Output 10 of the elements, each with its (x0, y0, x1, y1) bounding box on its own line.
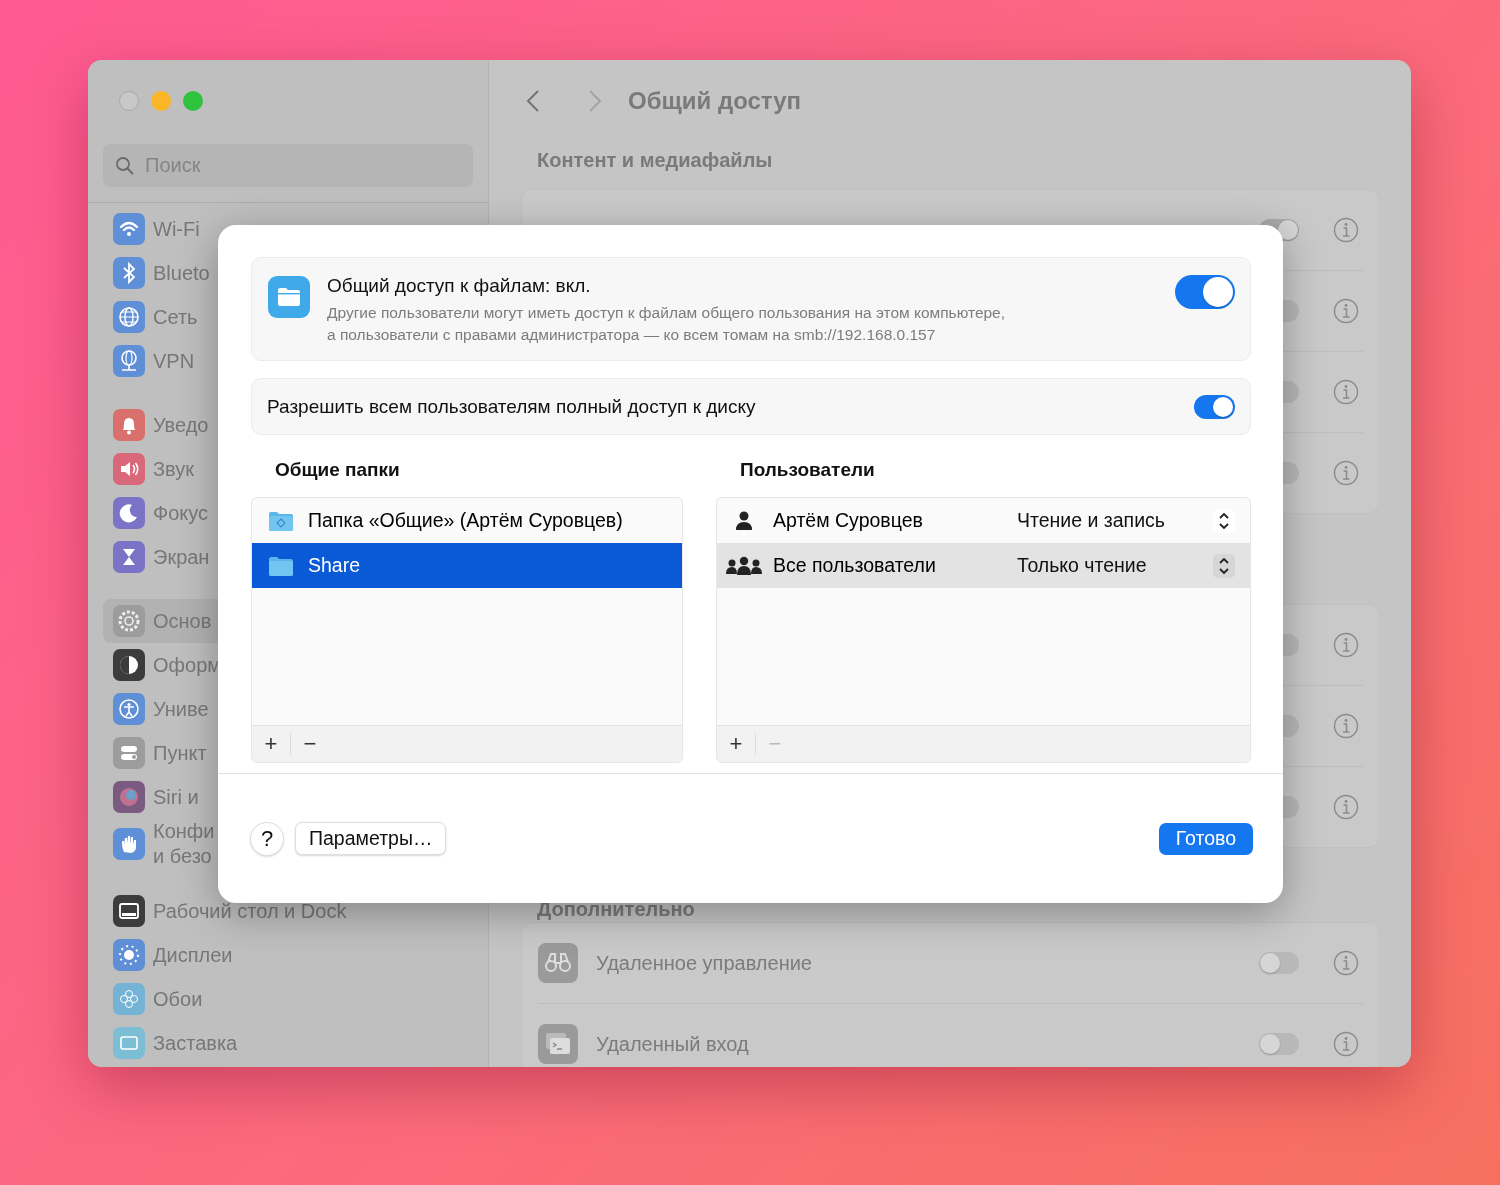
section-heading: Дополнительно (537, 898, 696, 921)
section-heading: Контент и медиафайлы (537, 149, 774, 172)
setting-label: Удаленное управление (596, 951, 812, 975)
service-description: Другие пользователи могут иметь доступ к файлам общего пользования на этом компьютере, а пользователи с правами администратора — ко всем томам на smb://192.168.0.157 (327, 303, 1007, 345)
page-title: Общий доступ (628, 87, 802, 115)
service-title: Общий доступ к файлам: вкл. (327, 275, 592, 297)
option-label: Разрешить всем пользователям полный доступ к диску (267, 395, 756, 418)
column-heading: Пользователи (740, 458, 876, 482)
column-heading: Общие папки (275, 458, 401, 482)
setting-label: Удаленный вход (596, 1032, 749, 1056)
